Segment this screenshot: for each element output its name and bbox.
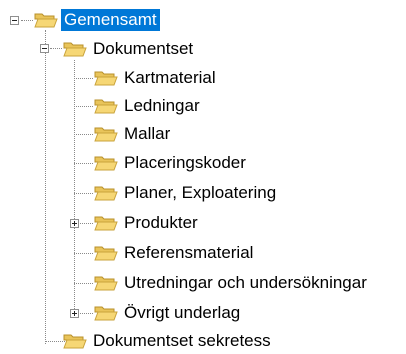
tree-line xyxy=(74,134,93,135)
tree-line xyxy=(80,313,93,314)
folder-icon xyxy=(63,40,87,58)
tree-node-label: Planer, Exploatering xyxy=(124,183,277,202)
tree-line xyxy=(74,163,93,164)
minus-icon xyxy=(12,20,17,21)
tree-node-produkter[interactable]: Produkter xyxy=(94,210,201,236)
tree-node-label: Ledningar xyxy=(124,96,200,115)
folder-icon xyxy=(94,244,118,262)
folder-icon xyxy=(94,214,118,232)
tree-line xyxy=(74,193,93,194)
folder-icon xyxy=(94,154,118,172)
folder-icon xyxy=(63,332,87,350)
tree-line xyxy=(80,223,93,224)
tree-line xyxy=(74,106,93,107)
tree-line xyxy=(45,341,65,342)
folder-icon xyxy=(94,304,118,322)
tree-node-label: Placeringskoder xyxy=(124,153,246,172)
tree-node-dokumentset[interactable]: Dokumentset xyxy=(63,36,196,62)
tree-node-referensmaterial[interactable]: Referensmaterial xyxy=(94,240,256,266)
collapse-toggle-dokumentset[interactable] xyxy=(40,44,49,53)
collapse-toggle-gemensamt[interactable] xyxy=(10,16,19,25)
tree-node-ledningar[interactable]: Ledningar xyxy=(94,93,203,119)
folder-icon xyxy=(94,97,118,115)
tree-node-label: Dokumentset sekretess xyxy=(93,331,271,350)
folder-tree: Gemensamt Dokumentset Kartmaterial Ledni… xyxy=(0,0,406,352)
tree-node-label: Dokumentset xyxy=(93,39,194,58)
tree-node-label: Produkter xyxy=(124,213,198,232)
tree-node-label: Kartmaterial xyxy=(124,68,216,87)
folder-icon xyxy=(34,11,58,29)
tree-node-placeringskoder[interactable]: Placeringskoder xyxy=(94,150,249,176)
minus-icon xyxy=(42,48,47,49)
tree-node-kartmaterial[interactable]: Kartmaterial xyxy=(94,65,219,91)
folder-icon xyxy=(94,125,118,143)
tree-node-mallar[interactable]: Mallar xyxy=(94,121,173,147)
tree-node-label: Gemensamt xyxy=(61,9,160,31)
tree-line xyxy=(50,48,62,49)
folder-icon xyxy=(94,69,118,87)
tree-node-label: Övrigt underlag xyxy=(124,303,241,322)
tree-line xyxy=(74,253,93,254)
expand-toggle-produkter[interactable] xyxy=(70,219,79,228)
folder-icon xyxy=(94,274,118,292)
tree-node-label: Mallar xyxy=(124,124,171,143)
tree-node-gemensamt[interactable]: Gemensamt xyxy=(34,7,160,33)
tree-line xyxy=(74,283,93,284)
tree-line xyxy=(74,60,75,315)
tree-node-label: Referensmaterial xyxy=(124,243,254,262)
tree-line xyxy=(45,30,46,344)
expand-toggle-ovrigt-underlag[interactable] xyxy=(70,309,79,318)
tree-node-ovrigt-underlag[interactable]: Övrigt underlag xyxy=(94,300,243,326)
tree-node-dokumentset-sekretess[interactable]: Dokumentset sekretess xyxy=(63,328,274,354)
tree-line xyxy=(21,20,33,21)
tree-node-label: Utredningar och undersökningar xyxy=(124,273,367,292)
tree-line xyxy=(74,78,93,79)
folder-icon xyxy=(94,184,118,202)
tree-node-utredningar[interactable]: Utredningar och undersökningar xyxy=(94,270,370,296)
tree-node-planer-exploatering[interactable]: Planer, Exploatering xyxy=(94,180,279,206)
